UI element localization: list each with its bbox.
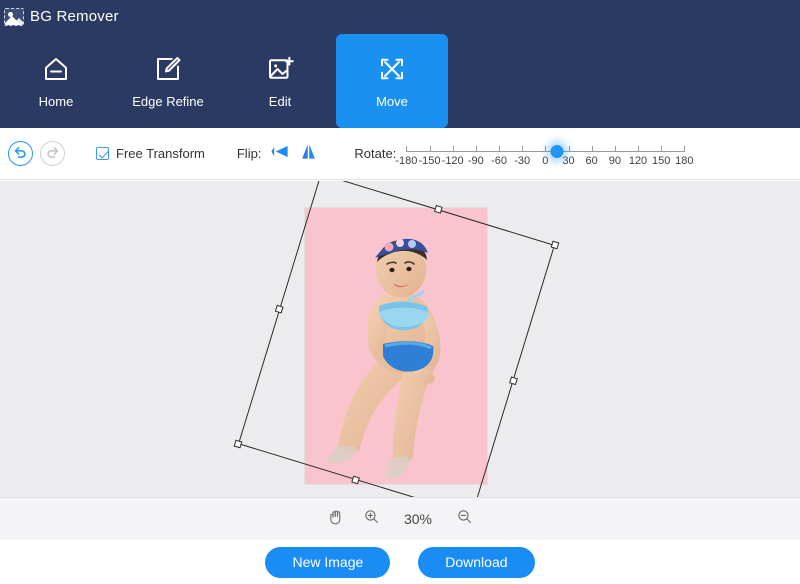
rotate-tick--60 [499, 145, 500, 152]
zoom-level-label: 30% [403, 511, 433, 527]
flip-label: Flip: [236, 146, 262, 161]
app-header: BG Remover Home Edge Refine Edit Move [0, 0, 800, 128]
new-image-button[interactable]: New Image [265, 546, 391, 578]
free-transform-toggle[interactable]: Free Transform [96, 146, 205, 161]
rotate-tick-label--180: -180 [395, 154, 418, 167]
rotate-tick-90 [614, 145, 616, 152]
selection-edge-top [320, 181, 556, 246]
middle-left-handle[interactable] [274, 304, 284, 314]
redo-button[interactable] [40, 141, 65, 166]
rotate-tick-label-120: 120 [628, 154, 648, 167]
hand-tool-icon[interactable] [327, 508, 345, 531]
nav-label-home: Home [38, 93, 74, 109]
image-canvas[interactable] [0, 181, 800, 497]
edit-image-icon [265, 54, 295, 84]
rotate-label: Rotate: [354, 146, 397, 161]
rotate-tick-label--150: -150 [418, 154, 441, 167]
flip-horizontal-icon[interactable] [271, 143, 290, 165]
flip-vertical-icon[interactable] [299, 143, 318, 165]
rotate-tick-label-60: 60 [585, 154, 598, 167]
nav-label-move: Move [376, 93, 408, 109]
rotate-tick--120 [452, 145, 454, 152]
top-center-handle[interactable] [433, 204, 443, 214]
app-logo: BG Remover [0, 0, 800, 28]
nav-item-edge-refine[interactable]: Edge Refine [112, 34, 224, 128]
rotate-controls: Rotate: -180 -150 -120 -90 -60 -30 0 30 60 90 120 1… [354, 137, 694, 171]
nav-label-edit: Edit [268, 93, 292, 109]
nav-item-edit[interactable]: Edit [224, 34, 336, 128]
nav-item-move[interactable]: Move [336, 34, 448, 128]
rotate-slider-knob[interactable] [550, 144, 564, 158]
app-title: BG Remover [30, 8, 119, 25]
selection-frame[interactable] [233, 181, 560, 497]
main-nav: Home Edge Refine Edit Move [0, 29, 448, 128]
bottom-left-handle[interactable] [233, 439, 243, 449]
move-arrows-icon [377, 54, 407, 84]
zoom-in-icon[interactable] [363, 508, 380, 530]
rotate-slider[interactable]: -180 -150 -120 -90 -60 -30 0 30 60 90 120 150 180 [395, 137, 694, 171]
zoom-toolbar: 30% [0, 497, 800, 540]
rotate-tick-label-150: 150 [651, 154, 671, 167]
rotate-tick-150 [661, 145, 663, 152]
free-transform-label: Free Transform [116, 146, 205, 161]
rotate-tick-180 [684, 145, 686, 152]
rotate-tick--90 [475, 145, 477, 152]
rotate-tick-label--90: -90 [467, 154, 484, 167]
rotate-tick-30 [568, 145, 570, 152]
rotate-tick-label--30: -30 [514, 154, 531, 167]
edge-refine-icon [153, 54, 183, 84]
rotate-tick-60 [591, 145, 593, 152]
rotate-tick-0 [545, 145, 547, 152]
selection-edge-bottom [237, 443, 473, 497]
rotate-tick-label-180: 180 [675, 154, 694, 167]
edit-toolbar: Free Transform Flip: Rotate: -180 -150 -12… [0, 128, 800, 180]
rotate-tick--180 [406, 145, 408, 152]
rotate-tick-label--60: -60 [491, 154, 507, 167]
selection-edge-right [471, 244, 556, 497]
download-button[interactable]: Download [418, 546, 535, 578]
nav-item-home[interactable]: Home [0, 34, 112, 128]
undo-button[interactable] [8, 141, 33, 166]
flip-controls: Flip: [237, 143, 319, 165]
action-footer: New Image Download [0, 540, 800, 584]
nav-label-edge-refine: Edge Refine [132, 93, 204, 109]
image-placeholder-icon [4, 7, 24, 26]
rotate-tick--150 [429, 145, 431, 152]
rotate-tick--30 [522, 145, 524, 152]
undo-arrow-icon [13, 144, 28, 164]
zoom-out-icon[interactable] [456, 508, 473, 530]
redo-arrow-icon [45, 144, 60, 164]
rotate-tick-label--120: -120 [441, 154, 464, 167]
free-transform-checkbox[interactable] [96, 147, 109, 160]
home-icon [41, 54, 71, 84]
rotate-tick-label-30: 30 [562, 154, 575, 167]
rotate-tick-120 [638, 145, 639, 152]
rotate-tick-label-0: 0 [542, 154, 549, 167]
rotate-tick-label-90: 90 [608, 154, 621, 167]
